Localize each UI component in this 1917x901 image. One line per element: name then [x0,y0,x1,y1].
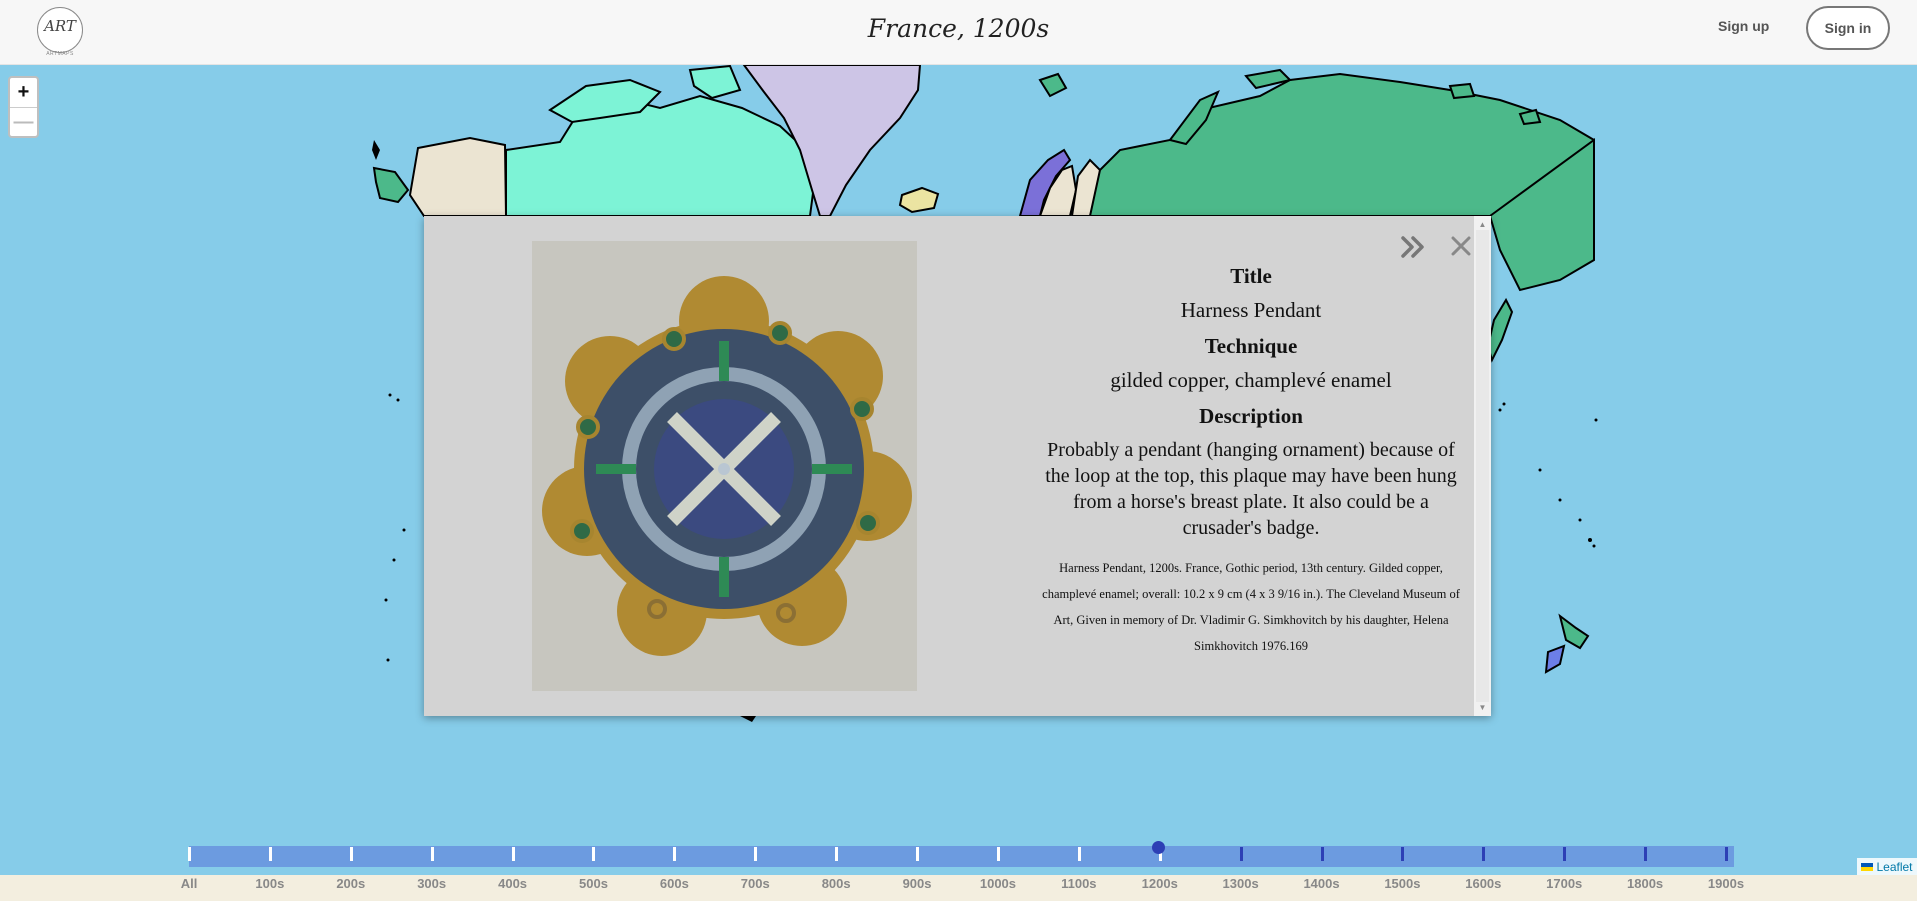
timeline-label-300s[interactable]: 300s [397,876,467,891]
timeline-tick [188,847,191,861]
timeline-label-1500s[interactable]: 1500s [1367,876,1437,891]
century-timeline [0,846,1917,876]
title-label: Title [1230,264,1272,288]
alaska-west-region [372,166,410,204]
leaflet-attribution[interactable]: Leaflet [1857,858,1917,875]
description-value: Probably a pendant (hanging ornament) be… [1045,439,1457,539]
technique-value: gilded copper, champlevé enamel [1110,368,1392,392]
artwork-image [532,241,917,691]
timeline-tick [835,847,839,861]
timeline-tick [430,847,434,861]
timeline-tick [1482,847,1486,861]
harness-pendant-illustration [532,241,917,691]
ukraine-flag-icon [1861,862,1874,871]
timeline-tick [268,847,272,861]
close-icon[interactable] [1448,233,1474,259]
timeline-label-600s[interactable]: 600s [639,876,709,891]
timeline-label-1200s[interactable]: 1200s [1125,876,1195,891]
timeline-label-200s[interactable]: 200s [316,876,386,891]
timeline-label-1100s[interactable]: 1100s [1044,876,1114,891]
timeline-label-800s[interactable]: 800s [801,876,871,891]
timeline-tick [916,847,920,861]
timeline-label-1000s[interactable]: 1000s [963,876,1033,891]
west-coast-fragment [372,140,380,160]
timeline-tick [1725,847,1728,861]
sign-in-button[interactable]: Sign in [1806,6,1890,50]
timeline-label-400s[interactable]: 400s [478,876,548,891]
timeline-tick [754,847,758,861]
new-zealand-region [1558,613,1590,650]
scroll-down-arrow-icon[interactable]: ▼ [1474,703,1491,712]
svalbard-region [1038,72,1068,98]
technique-label: Technique [1204,334,1298,358]
arctic-island-2 [1448,82,1476,100]
timeline-label-1700s[interactable]: 1700s [1529,876,1599,891]
description-label: Description [1199,404,1303,428]
new-zealand-south [1544,644,1566,674]
timeline-label-1400s[interactable]: 1400s [1287,876,1357,891]
timeline-tick [1563,847,1567,861]
credit-line: Harness Pendant, 1200s. France, Gothic p… [1042,561,1460,653]
timeline-label-100s[interactable]: 100s [235,876,305,891]
alaska-region [408,136,508,217]
zoom-in-button[interactable]: + [10,78,37,107]
landmass-below-popup [740,716,756,722]
timeline-tick [1077,847,1081,861]
timeline-label-700s[interactable]: 700s [720,876,790,891]
timeline-tick [673,847,677,861]
title-value: Harness Pendant [1180,298,1322,322]
artwork-details: Title Harness Pendant Technique gilded c… [1041,263,1461,659]
timeline-label-1900s[interactable]: 1900s [1691,876,1761,891]
double-chevron-right-icon[interactable] [1399,233,1429,261]
canada-region [505,94,818,217]
artwork-popup: Title Harness Pendant Technique gilded c… [424,216,1491,716]
zoom-out-button[interactable]: — [10,107,37,136]
timeline-track[interactable] [188,846,1734,867]
timeline-tick [349,847,353,861]
japan-region [1486,297,1514,363]
timeline-tick [511,847,515,861]
popup-scrollbar[interactable]: ▲ ▼ [1474,216,1491,716]
timeline-tick [1401,847,1405,861]
zoom-control: + — [8,76,39,138]
timeline-tick [1239,847,1243,861]
timeline-tick [1644,847,1648,861]
timeline-label-1300s[interactable]: 1300s [1206,876,1276,891]
sign-up-link[interactable]: Sign up [1718,18,1769,34]
timeline-label-900s[interactable]: 900s [882,876,952,891]
timeline-tick [592,847,596,861]
timeline-label-500s[interactable]: 500s [558,876,628,891]
logo-subtext: ARTMAPS [46,51,74,57]
timeline-handle[interactable] [1152,841,1165,854]
timeline-tick [996,847,1000,861]
timeline-tick [1320,847,1324,861]
iceland-region [898,186,940,214]
timeline-label-1800s[interactable]: 1800s [1610,876,1680,891]
canada-island-2 [688,65,742,100]
timeline-label-all[interactable]: All [154,876,224,891]
scrollbar-thumb[interactable] [1476,230,1489,702]
scroll-up-arrow-icon[interactable]: ▲ [1474,220,1491,229]
timeline-label-1600s[interactable]: 1600s [1448,876,1518,891]
page-title: France, 1200s [867,14,1050,43]
top-navbar: ART ARTMAPS France, 1200s Sign up Sign i… [0,0,1917,65]
attribution-link[interactable]: Leaflet [1876,860,1912,874]
